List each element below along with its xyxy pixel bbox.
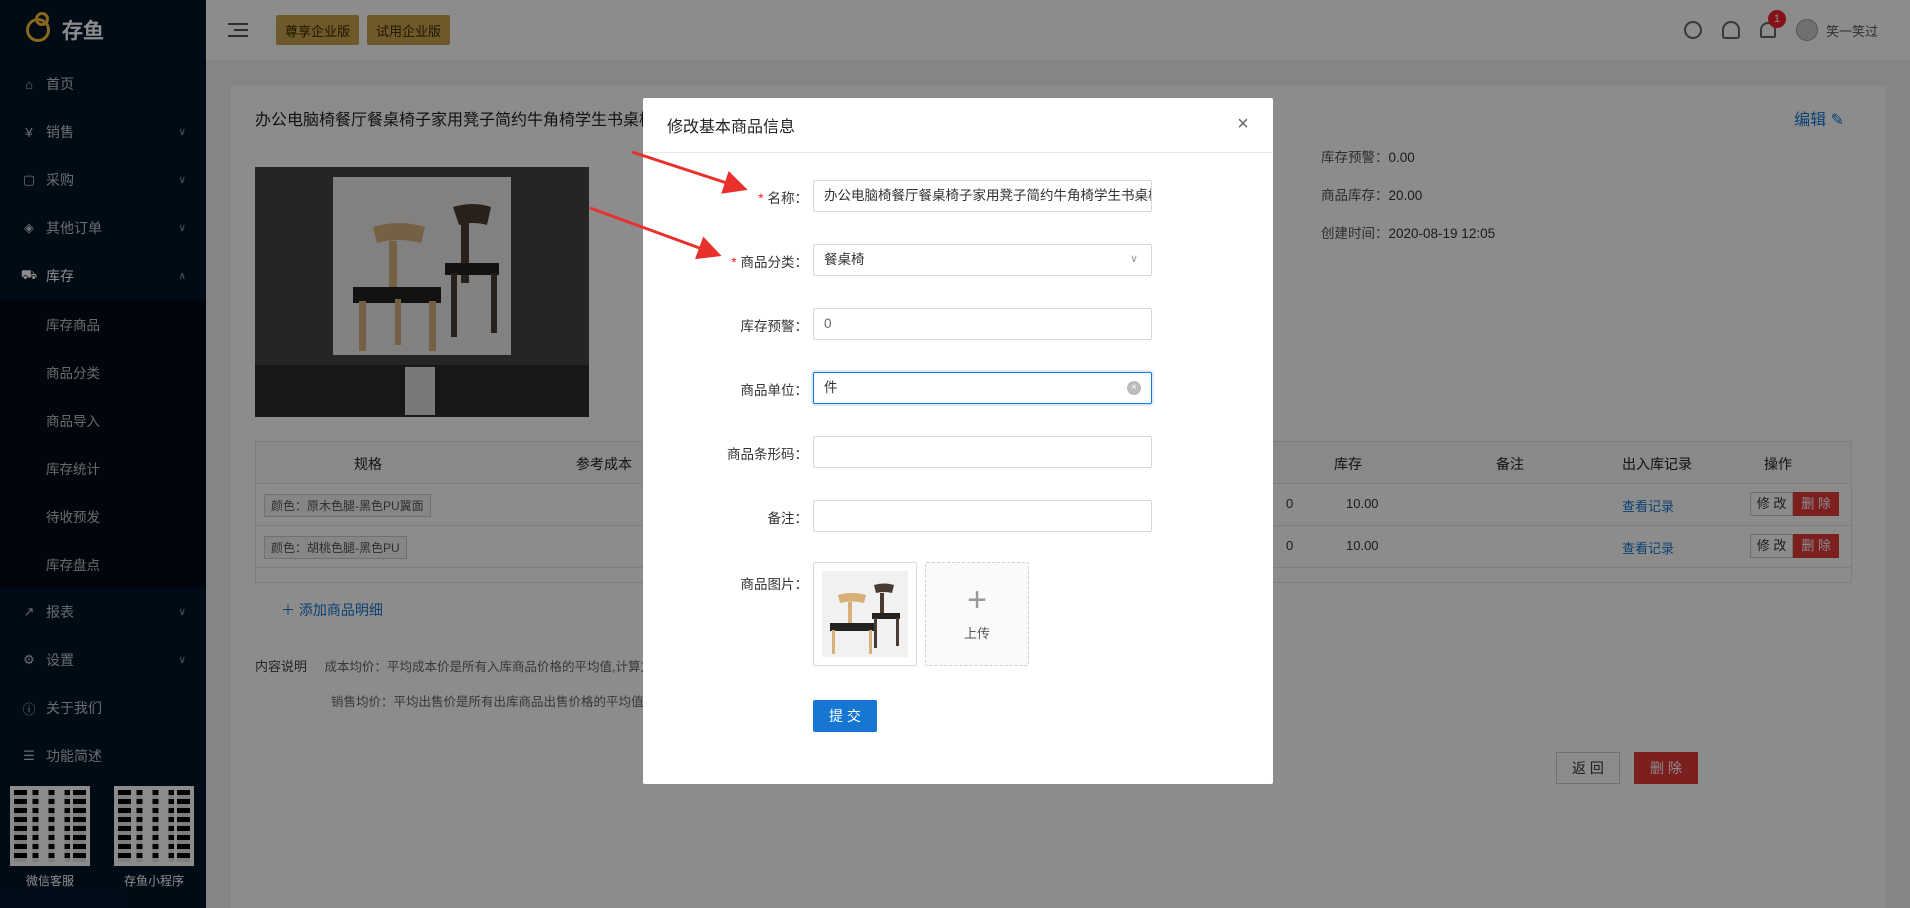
arrow-to-category-field: [589, 206, 722, 260]
annotation-arrows: [589, 150, 748, 260]
arrow-to-name-field: [631, 150, 748, 194]
